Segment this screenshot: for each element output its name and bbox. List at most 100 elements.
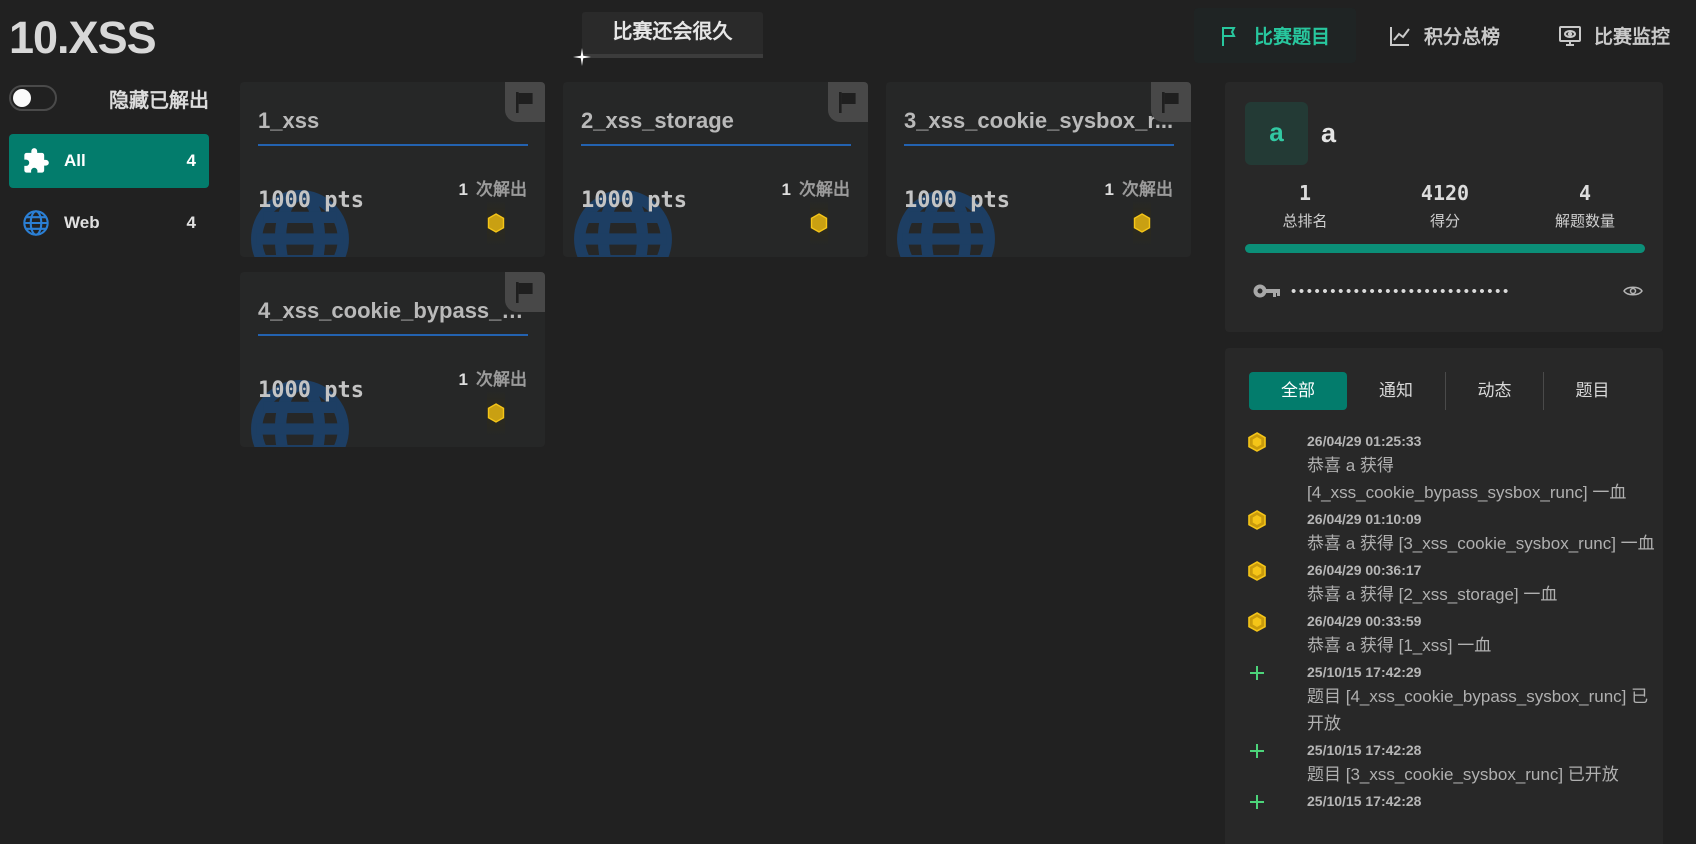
feed-event: 26/04/29 01:10:09 恭喜 a 获得 [3_xss_cookie_s…	[1245, 508, 1655, 557]
solve-count-value: 1	[458, 370, 468, 389]
event-message: 恭喜 a 获得 [3_xss_cookie_sysbox_runc] 一血	[1307, 534, 1655, 553]
solve-count-label: 次解出	[476, 180, 527, 199]
solve-count-value: 1	[1104, 180, 1114, 199]
feed-tab-challenges[interactable]: 题目	[1543, 372, 1641, 410]
solve-count: 1 次解出	[459, 365, 527, 390]
timer-text: 比赛还会很久	[612, 21, 733, 43]
feed-event: 25/10/15 17:42:29 题目 [4_xss_cookie_bypass…	[1245, 661, 1655, 737]
nav-tab-monitor[interactable]: 比赛监控	[1534, 8, 1696, 63]
event-time: 25/10/15 17:42:29	[1307, 664, 1422, 680]
progress-fill	[1245, 244, 1645, 253]
hide-solved-row: 隐藏已解出	[9, 84, 209, 112]
event-time: 26/04/29 00:33:59	[1307, 613, 1422, 629]
first-blood-icon	[1248, 561, 1266, 581]
hexagon-medal-icon	[487, 403, 505, 423]
first-blood-icon	[1248, 510, 1266, 530]
nav-tab-label: 比赛题目	[1253, 27, 1330, 48]
challenge-name: 4_xss_cookie_bypass_s...	[258, 298, 528, 336]
solve-count: 1 次解出	[459, 175, 527, 200]
feed-event: 26/04/29 01:25:33 恭喜 a 获得 [4_xss_cookie_by…	[1245, 430, 1655, 506]
event-time: 25/10/15 17:42:28	[1307, 742, 1422, 758]
hexagon-medal-icon	[487, 213, 505, 233]
category-all[interactable]: All 4	[9, 134, 209, 188]
globe-icon	[23, 210, 49, 236]
first-blood-medal	[810, 200, 828, 246]
feed-tab-notices[interactable]: 通知	[1347, 372, 1445, 410]
solve-count: 1 次解出	[1105, 175, 1173, 200]
user-name: a	[1321, 118, 1337, 148]
nav-tab-label: 比赛监控	[1593, 27, 1670, 48]
event-message: [4_xss_cookie_bypass_sysbox_runc] 一血	[1307, 483, 1627, 502]
solve-count-label: 次解出	[476, 370, 527, 389]
feed-event: 25/10/15 17:42:28	[1245, 790, 1655, 812]
nav-tab-label: 积分总榜	[1423, 27, 1500, 48]
plus-icon	[1250, 744, 1264, 758]
score-value: 4120	[1420, 181, 1470, 205]
user-stats: 1 总排名 4120 得分 4 解题数量	[1245, 178, 1645, 231]
feed-tab-events[interactable]: 动态	[1445, 372, 1543, 410]
event-time: 26/04/29 01:10:09	[1307, 511, 1422, 527]
category-count: 4	[186, 213, 196, 232]
challenge-card[interactable]: 3_xss_cookie_sysbox_r... 1000 pts 1 次解出	[886, 82, 1191, 257]
plus-icon	[1250, 666, 1264, 680]
feed-tab-all[interactable]: 全部	[1249, 372, 1347, 410]
chart-line-icon	[1389, 26, 1410, 46]
event-message: 恭喜 a 获得	[1307, 456, 1394, 475]
hide-solved-toggle[interactable]	[9, 85, 57, 111]
solve-count-value: 1	[458, 180, 468, 199]
event-time: 26/04/29 00:36:17	[1307, 562, 1422, 578]
solve-count-label: 次解出	[1122, 180, 1173, 199]
puzzle-icon	[24, 148, 49, 173]
key-icon	[1253, 284, 1280, 298]
flag-icon	[828, 82, 868, 122]
rank-label: 总排名	[1282, 213, 1328, 230]
hexagon-medal-icon	[810, 213, 828, 233]
category-count: 4	[186, 151, 196, 170]
score-stat: 4120 得分	[1385, 178, 1505, 231]
challenge-card[interactable]: 4_xss_cookie_bypass_s... 1000 pts 1 次解出	[240, 272, 545, 447]
challenge-points: 1000 pts	[581, 188, 687, 213]
nav-tab-scoreboard[interactable]: 积分总榜	[1364, 8, 1526, 63]
hexagon-medal-icon	[1133, 213, 1151, 233]
challenge-card[interactable]: 2_xss_storage 1000 pts 1 次解出	[563, 82, 868, 257]
token-row: ••••••••••••••••••••••••••••	[1253, 279, 1643, 303]
solve-count-value: 1	[781, 180, 791, 199]
challenge-name: 1_xss	[258, 108, 528, 146]
toggle-knob	[13, 89, 31, 107]
event-message: 题目 [3_xss_cookie_sysbox_runc] 已开放	[1307, 765, 1619, 784]
flag-icon	[505, 82, 545, 122]
score-progress-bar	[1245, 244, 1645, 253]
nav-tab-challenges[interactable]: 比赛题目	[1193, 8, 1356, 63]
rank-value: 1	[1298, 181, 1312, 205]
solve-count: 1 次解出	[782, 175, 850, 200]
user-profile-panel: a a 1 总排名 4120 得分 4 解题数量 •••••••••••••••…	[1225, 82, 1663, 332]
flag-icon	[1151, 82, 1191, 122]
solved-label: 解题数量	[1554, 213, 1615, 230]
top-nav: 比赛题目 积分总榜 比赛监控	[1193, 8, 1696, 63]
avatar: a	[1245, 102, 1308, 165]
plus-icon	[1250, 795, 1264, 809]
category-label: Web	[64, 213, 100, 232]
page-title: 10.XSS	[9, 12, 157, 63]
event-time: 26/04/29 01:25:33	[1307, 433, 1422, 449]
solved-value: 4	[1578, 181, 1592, 205]
challenge-card[interactable]: 1_xss 1000 pts 1 次解出	[240, 82, 545, 257]
category-web[interactable]: Web 4	[9, 196, 209, 250]
feed-event: 26/04/29 00:33:59 恭喜 a 获得 [1_xss] 一血	[1245, 610, 1655, 659]
score-label: 得分	[1429, 213, 1460, 230]
activity-feed-panel: 全部 通知 动态 题目 26/04/29 01:25:33 恭喜 a 获得 [4_x…	[1225, 348, 1663, 844]
first-blood-icon	[1248, 612, 1266, 632]
event-message: 恭喜 a 获得 [2_xss_storage] 一血	[1307, 585, 1558, 604]
first-blood-medal	[487, 200, 505, 246]
hide-solved-label: 隐藏已解出	[109, 89, 209, 112]
feed-event: 26/04/29 00:36:17 恭喜 a 获得 [2_xss_storage]…	[1245, 559, 1655, 608]
eye-icon[interactable]	[1623, 284, 1643, 298]
rank-stat: 1 总排名	[1245, 178, 1365, 231]
flag-icon	[505, 272, 545, 312]
feed-event: 25/10/15 17:42:28 题目 [3_xss_cookie_sysbox…	[1245, 739, 1655, 788]
contest-timer: 比赛还会很久	[573, 12, 763, 66]
token-masked: ••••••••••••••••••••••••••••	[1291, 282, 1511, 300]
sparkle-icon	[573, 48, 591, 66]
solved-stat: 4 解题数量	[1525, 178, 1645, 231]
challenge-name: 3_xss_cookie_sysbox_r...	[904, 108, 1174, 146]
